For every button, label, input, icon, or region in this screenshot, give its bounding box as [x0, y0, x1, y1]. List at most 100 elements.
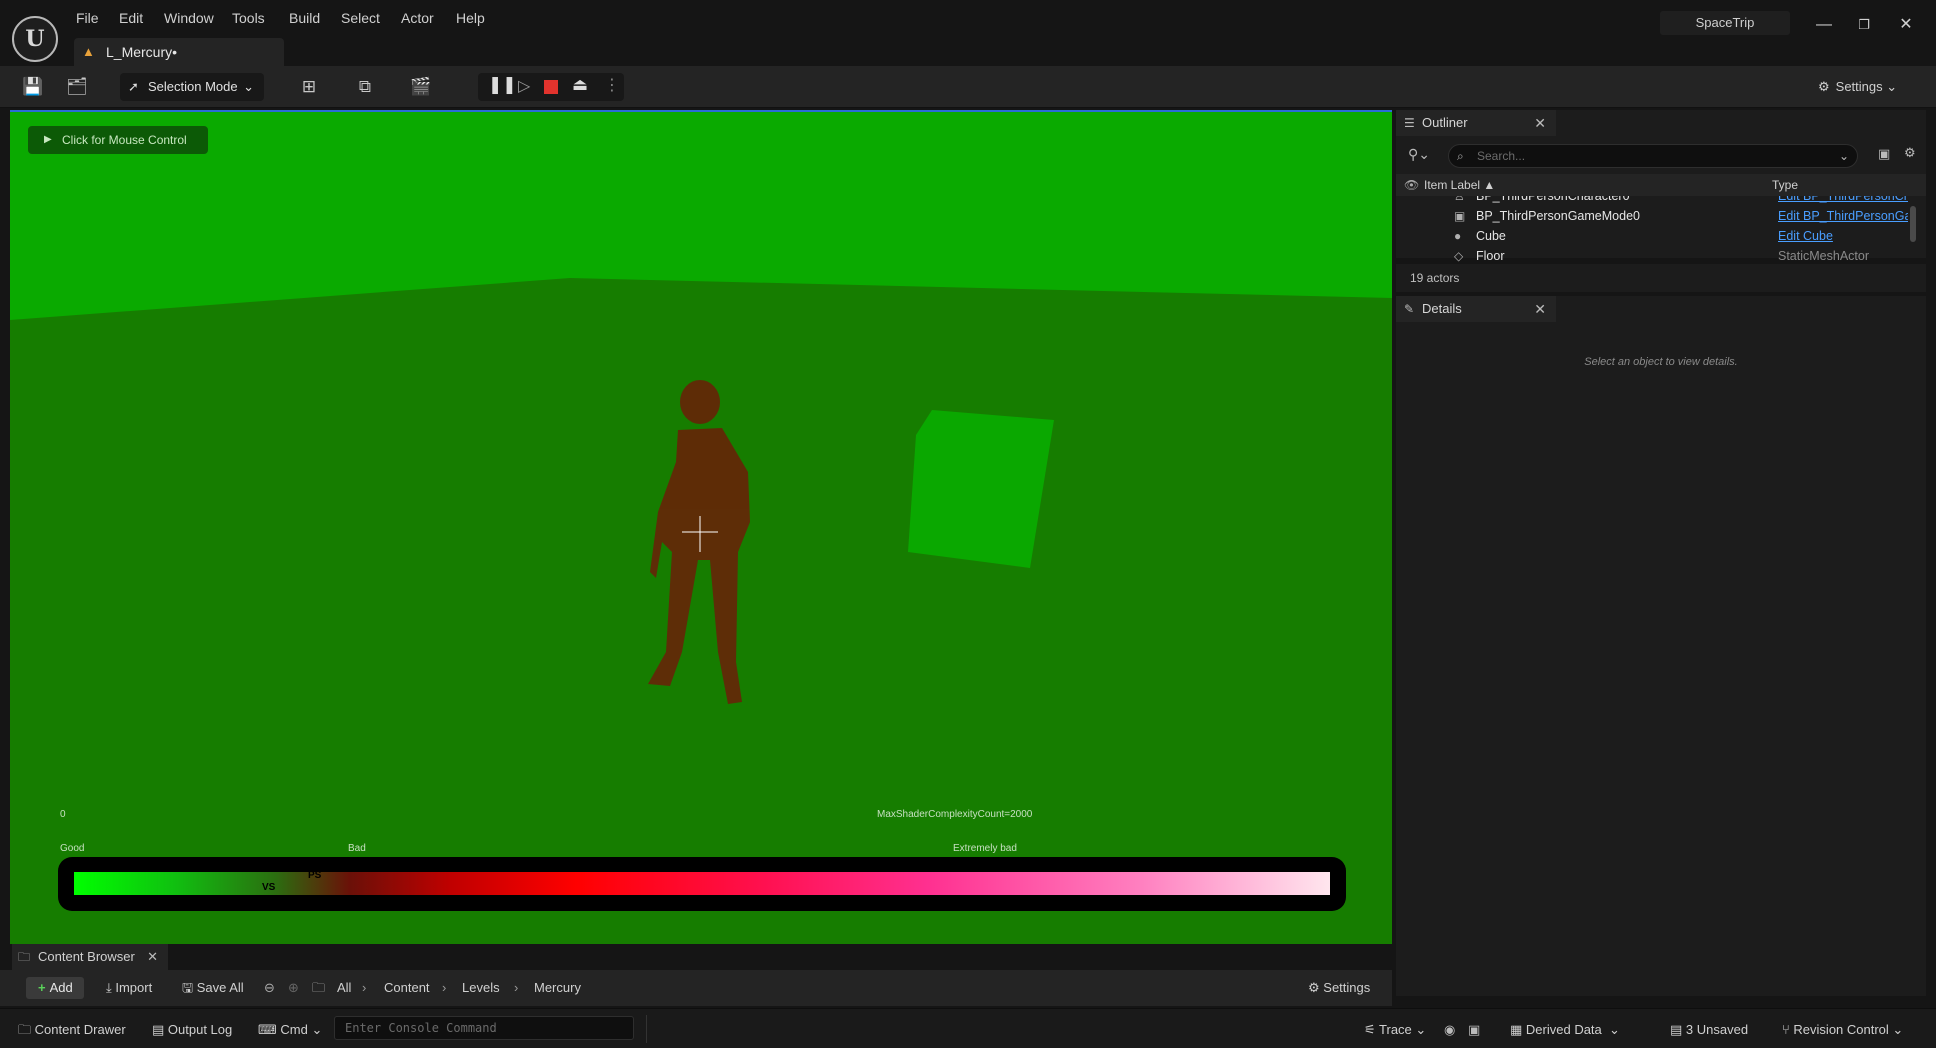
cursor-icon: ➚	[128, 79, 139, 94]
minimize-icon[interactable]: —	[1806, 10, 1842, 40]
menu-tools[interactable]: Tools	[232, 10, 265, 28]
menu-help[interactable]: Help	[456, 10, 485, 28]
save-all-label: Save All	[196, 980, 244, 995]
outliner-header: 👁 Item Label ▲ Type	[1396, 174, 1926, 196]
row-name: BP_ThirdPersonGameMode0	[1476, 209, 1640, 223]
gear-icon: ⚙	[1818, 79, 1830, 94]
chevron-right-icon: ›	[514, 980, 519, 995]
revision-control-dropdown[interactable]: ⑂ Revision Control ⌄	[1782, 1019, 1903, 1041]
pencil-icon: ✎	[1404, 302, 1415, 316]
import-button[interactable]: ⤓ Import	[106, 978, 152, 998]
import-icon: ⤓	[106, 980, 116, 995]
log-icon: ▤	[152, 1022, 168, 1037]
item-label-column[interactable]: Item Label ▲	[1424, 174, 1495, 196]
selection-mode-label: Selection Mode	[148, 79, 238, 94]
eject-icon[interactable]: ⏏	[572, 75, 588, 95]
record-icon[interactable]: ◉	[1444, 1019, 1455, 1041]
new-folder-icon[interactable]: ▣	[1878, 146, 1890, 162]
forward-icon[interactable]: ⊕	[288, 978, 299, 998]
screenshot-icon[interactable]: ▣	[1468, 1019, 1480, 1041]
console-command-input[interactable]: Enter Console Command	[334, 1016, 634, 1040]
breadcrumb-levels[interactable]: Levels	[462, 978, 500, 998]
chevron-down-icon: ⌄	[243, 79, 254, 94]
breadcrumb-content[interactable]: Content	[384, 978, 430, 998]
gear-icon: ⚙	[1308, 980, 1324, 995]
add-label: Add	[49, 980, 73, 995]
save-all-button[interactable]: 🖫 Save All	[182, 978, 244, 998]
row-type-link[interactable]: Edit BP_ThirdPersonCharacter	[1778, 196, 1908, 206]
list-item[interactable]: ◇ Floor StaticMeshActor	[1396, 246, 1926, 264]
trace-dropdown[interactable]: ⚟ Trace ⌄	[1364, 1019, 1426, 1041]
add-actor-icon[interactable]: ⊞	[296, 74, 322, 100]
cb-settings-label: Settings	[1323, 980, 1371, 995]
gear-icon[interactable]: ⚙	[1904, 145, 1916, 161]
list-item[interactable]: ♙ BP_ThirdPersonCharacter0 Edit BP_Third…	[1396, 196, 1926, 206]
list-item[interactable]: ● Cube Edit Cube	[1396, 226, 1926, 246]
menu-edit[interactable]: Edit	[119, 10, 143, 28]
selection-mode-dropdown[interactable]: ➚ Selection Mode ⌄	[120, 73, 264, 101]
list-item[interactable]: ▣ BP_ThirdPersonGameMode0 Edit BP_ThirdP…	[1396, 206, 1926, 226]
outliner-scrollbar[interactable]	[1910, 206, 1916, 242]
terminal-icon: ⌨	[258, 1022, 281, 1037]
level-tab[interactable]: ▲ L_Mercury•	[74, 38, 284, 66]
row-type-link[interactable]: Edit Cube	[1778, 226, 1908, 246]
outliner-search-input[interactable]: ⌕ Search... ⌄	[1448, 144, 1858, 168]
filter-icon[interactable]: ⚲⌄	[1408, 146, 1430, 163]
unreal-logo-icon[interactable]: U	[12, 16, 58, 62]
stop-icon[interactable]	[544, 80, 558, 94]
add-button[interactable]: + Add	[26, 977, 84, 999]
content-drawer-button[interactable]: 🗀 Content Drawer	[18, 1019, 126, 1041]
folder-icon: 🗀	[18, 950, 31, 964]
close-icon[interactable]: ✕	[1888, 10, 1924, 40]
settings-button[interactable]: ⚙ Settings ⌄	[1818, 75, 1918, 99]
character-icon: ♙	[1454, 196, 1465, 203]
cinematics-icon[interactable]: 🎬	[408, 74, 434, 100]
menu-select[interactable]: Select	[341, 10, 380, 28]
complexity-gradient-bar: VS PS	[74, 870, 1330, 895]
breadcrumb-all[interactable]: All	[337, 978, 351, 998]
mesh-icon: ◇	[1454, 249, 1464, 263]
menu-actor[interactable]: Actor	[401, 10, 434, 28]
play-icon: ▶	[44, 134, 52, 145]
menu-build[interactable]: Build	[289, 10, 320, 28]
restore-icon[interactable]: ❐	[1846, 10, 1882, 40]
breadcrumb-mercury[interactable]: Mercury	[534, 978, 581, 998]
menu-window[interactable]: Window	[164, 10, 214, 28]
cb-settings-button[interactable]: ⚙ Settings	[1308, 978, 1370, 998]
type-column[interactable]: Type	[1772, 174, 1798, 196]
frame-skip-icon[interactable]: ▷	[518, 76, 530, 96]
close-icon[interactable]: ✕	[147, 944, 158, 970]
close-icon[interactable]: ✕	[1534, 110, 1546, 136]
save-icon[interactable]: 💾	[20, 74, 46, 100]
output-log-button[interactable]: ▤ Output Log	[152, 1019, 232, 1041]
browse-icon[interactable]: 🗂	[64, 74, 90, 100]
mouse-control-button[interactable]: ▶ Click for Mouse Control	[28, 126, 208, 154]
cmd-dropdown[interactable]: ⌨ Cmd ⌄	[258, 1019, 322, 1041]
pause-icon[interactable]: ❚❚	[488, 75, 517, 95]
outliner-tab[interactable]: ☰ Outliner ✕	[1396, 110, 1556, 136]
more-options-icon[interactable]: ⋮	[604, 75, 620, 95]
row-type-link[interactable]: Edit BP_ThirdPersonGameMode	[1778, 206, 1908, 226]
list-icon: ☰	[1404, 116, 1415, 130]
row-name: BP_ThirdPersonCharacter0	[1476, 196, 1630, 203]
derived-data-dropdown[interactable]: ▦ Derived Data ⌄	[1510, 1019, 1620, 1041]
plus-icon: +	[38, 980, 46, 995]
derived-data-label: Derived Data	[1525, 1022, 1602, 1037]
level-icon: ▲	[82, 44, 95, 59]
details-tab[interactable]: ✎ Details ✕	[1396, 296, 1556, 322]
menu-file[interactable]: File	[76, 10, 99, 28]
ps-marker: PS	[308, 870, 322, 881]
content-browser-tab[interactable]: 🗀 Content Browser ✕	[12, 944, 168, 970]
settings-label: Settings	[1835, 79, 1883, 94]
blueprint-icon[interactable]: ⧉	[352, 74, 378, 100]
good-label: Good	[60, 843, 85, 854]
folder-icon[interactable]: 🗀	[312, 978, 325, 998]
sphere-icon: ●	[1454, 229, 1462, 243]
close-icon[interactable]: ✕	[1534, 296, 1546, 322]
level-viewport[interactable]: ▶ Click for Mouse Control 0 MaxShaderCom…	[10, 110, 1392, 944]
back-icon[interactable]: ⊖	[264, 978, 275, 998]
output-log-label: Output Log	[167, 1022, 233, 1037]
eye-icon[interactable]: 👁	[1404, 174, 1419, 196]
unsaved-button[interactable]: ▤ 3 Unsaved	[1670, 1019, 1748, 1041]
save-icon: 🖫	[182, 980, 197, 995]
